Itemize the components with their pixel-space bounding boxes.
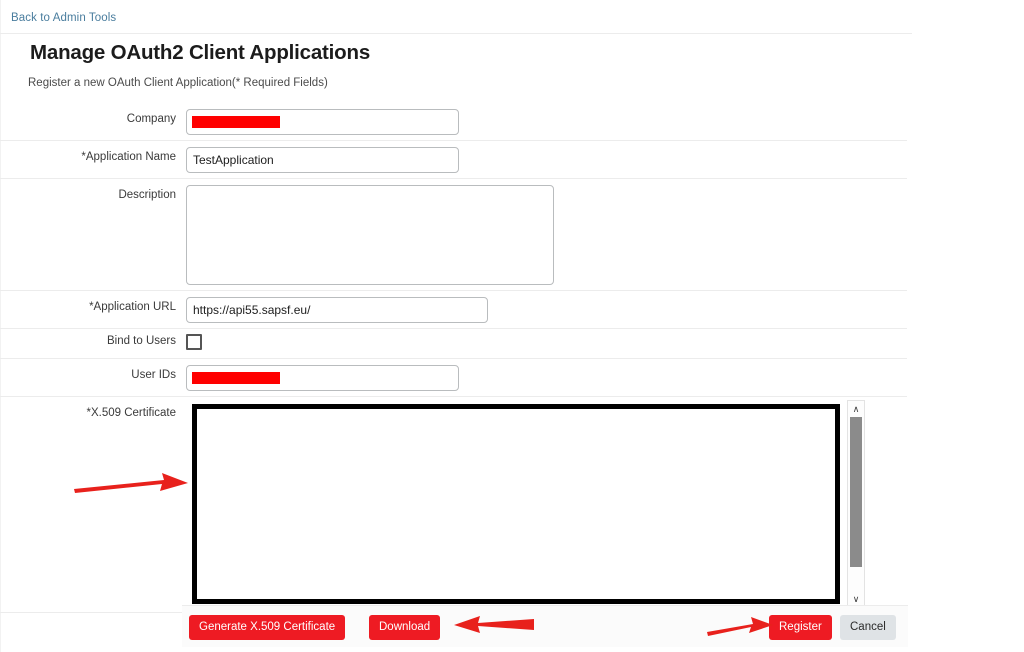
label-user-ids: User IDs xyxy=(131,369,176,381)
download-button[interactable]: Download xyxy=(369,615,441,640)
application-name-field-wrap xyxy=(186,147,459,173)
generate-x509-certificate-button[interactable]: Generate X.509 Certificate xyxy=(189,615,346,640)
application-name-input[interactable] xyxy=(186,147,459,173)
form-action-bar: Generate X.509 Certificate Download Regi… xyxy=(182,605,908,647)
header-divider xyxy=(0,33,912,34)
chevron-up-icon[interactable]: ∧ xyxy=(848,402,864,416)
label-description: Description xyxy=(118,189,176,201)
label-bind-to-users: Bind to Users xyxy=(106,335,176,347)
registration-form: Company *Application Name Description *A… xyxy=(0,103,912,613)
label-company: Company xyxy=(126,113,176,125)
form-row-application-url: *Application URL xyxy=(0,291,907,329)
register-button[interactable]: Register xyxy=(769,615,832,640)
page-subtitle: Register a new OAuth Client Application(… xyxy=(28,77,328,89)
arrow-to-download-button xyxy=(450,613,536,637)
label-x509-certificate: *X.509 Certificate xyxy=(86,407,177,419)
arrow-to-register-button xyxy=(705,613,775,637)
company-redaction-bar xyxy=(192,116,280,128)
label-application-url: *Application URL xyxy=(89,301,176,313)
arrow-to-certificate-box xyxy=(72,470,190,496)
user-ids-redaction-bar xyxy=(192,372,280,384)
back-to-admin-tools-link[interactable]: Back to Admin Tools xyxy=(11,12,116,24)
page-root: Back to Admin Tools Manage OAuth2 Client… xyxy=(0,0,1024,652)
scrollbar-thumb[interactable] xyxy=(850,417,862,567)
form-row-user-ids: User IDs xyxy=(0,359,907,397)
form-row-company: Company xyxy=(0,103,907,141)
bind-to-users-field-wrap xyxy=(186,334,202,350)
description-field-wrap xyxy=(186,185,554,290)
x509-certificate-textarea[interactable] xyxy=(192,404,840,604)
application-url-input[interactable] xyxy=(186,297,488,323)
form-row-bind-to-users: Bind to Users xyxy=(0,329,907,359)
form-row-application-name: *Application Name xyxy=(0,141,907,179)
label-application-name: *Application Name xyxy=(81,151,176,163)
page-title: Manage OAuth2 Client Applications xyxy=(30,41,371,64)
cancel-button[interactable]: Cancel xyxy=(840,615,896,640)
application-url-field-wrap xyxy=(186,297,488,323)
chevron-down-icon[interactable]: ∨ xyxy=(848,592,864,606)
x509-certificate-scrollbar[interactable]: ∧ ∨ xyxy=(847,400,865,608)
bind-to-users-checkbox[interactable] xyxy=(186,334,202,350)
form-row-description: Description xyxy=(0,179,907,291)
description-textarea[interactable] xyxy=(186,185,554,285)
form-row-x509-certificate: *X.509 Certificate ∧ ∨ xyxy=(0,397,907,613)
